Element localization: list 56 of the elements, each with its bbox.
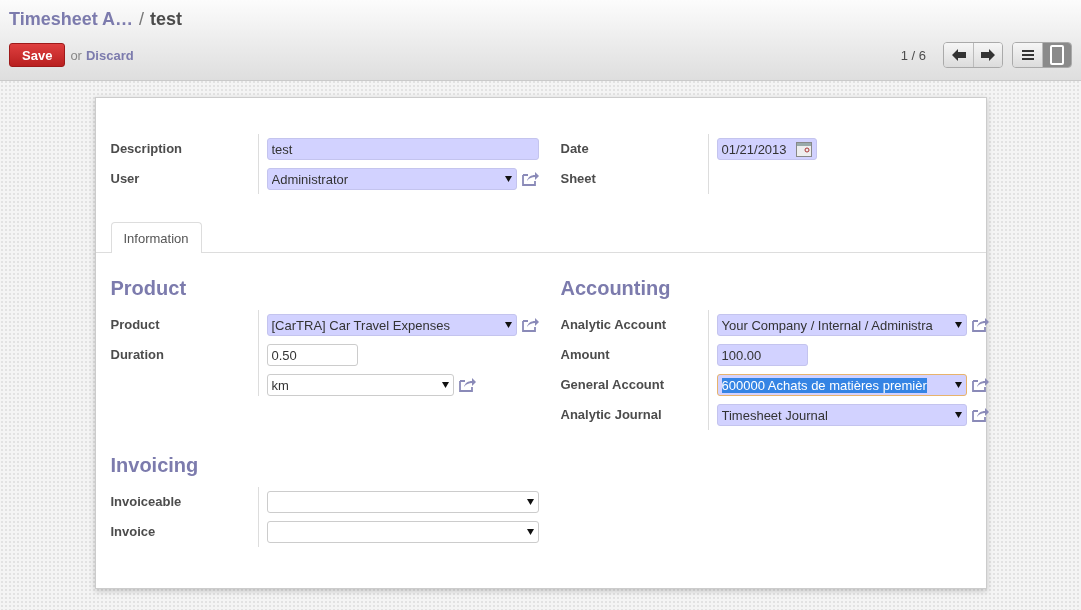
field-label: Amount (560, 340, 709, 370)
date-field[interactable]: 01/21/2013 (716, 138, 817, 160)
dropdown-field[interactable]: km (266, 374, 454, 396)
caret-icon (504, 176, 512, 182)
caret-icon (954, 322, 962, 328)
save-button[interactable]: Save (9, 43, 66, 67)
external-link-icon[interactable] (970, 407, 989, 423)
list-view-button[interactable] (1013, 43, 1042, 67)
breadcrumb-link[interactable]: Timesheet A… (9, 9, 134, 30)
arrow-right-icon (981, 49, 995, 61)
breadcrumb-separator: / (139, 9, 145, 30)
external-link-icon[interactable] (520, 317, 539, 333)
field-label: Invoiceable (110, 487, 259, 517)
dropdown-field[interactable]: Timesheet Journal (716, 404, 967, 426)
external-link-icon[interactable] (970, 377, 989, 393)
calendar-icon[interactable] (795, 141, 812, 157)
dropdown-field[interactable] (266, 521, 539, 543)
caret-icon (954, 412, 962, 418)
input-field[interactable]: 0.50 (266, 344, 358, 366)
form-icon (1050, 45, 1064, 65)
section-title: Product (110, 277, 188, 300)
field-label: Date (560, 134, 709, 164)
previous-button[interactable] (944, 43, 973, 67)
caret-icon (504, 322, 512, 328)
field-label: Invoice (110, 517, 259, 547)
dropdown-field[interactable]: [CarTRA] Car Travel Expenses (266, 314, 517, 336)
caret-icon (526, 499, 534, 505)
dropdown-field[interactable]: Administrator (266, 168, 517, 190)
field-label: Sheet (560, 164, 709, 194)
breadcrumb-current: test (150, 9, 183, 30)
field-label: Duration (110, 340, 259, 396)
field-label: General Account (560, 370, 709, 400)
field-label: Analytic Journal (560, 400, 709, 430)
field-label: Product (110, 310, 259, 340)
caret-icon (441, 382, 449, 388)
field-label: Description (110, 134, 259, 164)
external-link-icon[interactable] (520, 171, 539, 187)
external-link-icon[interactable] (970, 317, 989, 333)
tab[interactable]: Information (110, 222, 202, 253)
arrow-left-icon (951, 49, 966, 61)
caret-icon (526, 529, 534, 535)
pager-counter: 1 / 6 (900, 47, 926, 63)
section-title: Invoicing (110, 454, 200, 477)
input-field[interactable]: 100.00 (716, 344, 808, 366)
next-button[interactable] (973, 43, 1002, 67)
list-icon (1021, 50, 1034, 60)
dropdown-field[interactable] (266, 491, 539, 513)
or-text: or (70, 47, 82, 63)
field-label: User (110, 164, 259, 194)
external-link-icon[interactable] (457, 377, 476, 393)
dropdown-field[interactable]: Your Company / Internal / Administra (716, 314, 967, 336)
dropdown-field[interactable]: 600000 Achats de matières premièr (716, 374, 967, 396)
section-title: Accounting (560, 277, 672, 300)
field-label: Analytic Account (560, 310, 709, 340)
caret-icon (954, 382, 962, 388)
input-field[interactable]: test (266, 138, 539, 160)
